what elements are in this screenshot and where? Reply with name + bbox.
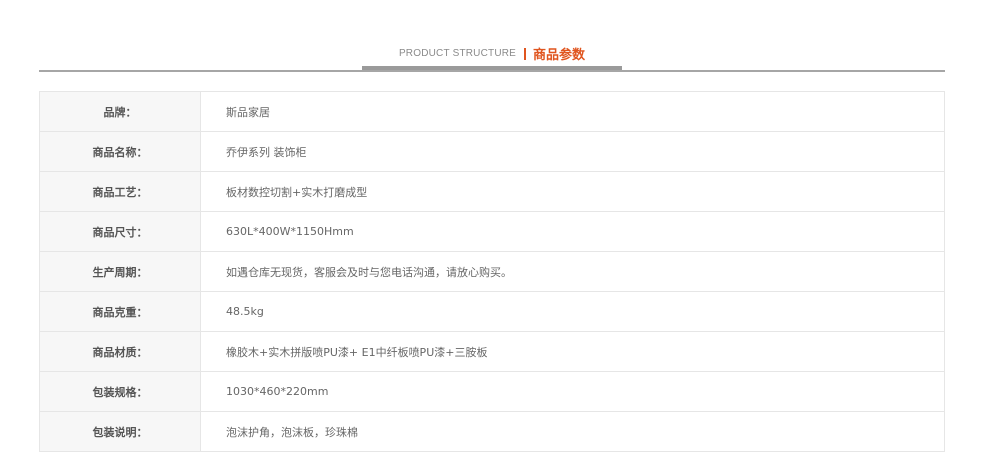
table-row: 生产周期： 如遇仓库无现货，客服会及时与您电话沟通，请放心购买。 bbox=[39, 251, 945, 292]
spec-value-craft: 板材数控切割+实木打磨成型 bbox=[200, 171, 945, 212]
spec-value-size: 630L*400W*1150Hmm bbox=[200, 211, 945, 252]
header-divider bbox=[39, 70, 945, 72]
spec-value-package-note: 泡沫护角，泡沫板，珍珠棉 bbox=[200, 411, 945, 452]
spec-label-name: 商品名称： bbox=[39, 131, 201, 172]
spec-value-name: 乔伊系列 装饰柜 bbox=[200, 131, 945, 172]
table-row: 品牌： 斯品家居 bbox=[39, 91, 945, 132]
section-title-en: PRODUCT STRUCTURE bbox=[398, 48, 517, 59]
spec-label-weight: 商品克重： bbox=[39, 291, 201, 332]
spec-label-size: 商品尺寸： bbox=[39, 211, 201, 252]
spec-label-material: 商品材质： bbox=[39, 331, 201, 372]
spec-label-package-note: 包装说明： bbox=[39, 411, 201, 452]
spec-table: 品牌： 斯品家居 商品名称： 乔伊系列 装饰柜 商品工艺： 板材数控切割+实木打… bbox=[39, 91, 945, 452]
section-header: PRODUCT STRUCTURE 商品参数 bbox=[39, 38, 945, 72]
spec-value-weight: 48.5kg bbox=[200, 291, 945, 332]
spec-label-cycle: 生产周期： bbox=[39, 251, 201, 292]
table-row: 商品名称： 乔伊系列 装饰柜 bbox=[39, 131, 945, 172]
spec-label-package-size: 包装规格： bbox=[39, 371, 201, 412]
table-row: 商品材质： 橡胶木+实木拼版喷PU漆+ E1中纤板喷PU漆+三胺板 bbox=[39, 331, 945, 372]
title-separator bbox=[524, 47, 527, 60]
header-accent-bar bbox=[362, 66, 622, 70]
spec-label-craft: 商品工艺： bbox=[39, 171, 201, 212]
spec-value-package-size: 1030*460*220mm bbox=[200, 371, 945, 412]
table-row: 商品克重： 48.5kg bbox=[39, 291, 945, 332]
table-row: 包装规格： 1030*460*220mm bbox=[39, 371, 945, 412]
spec-label-brand: 品牌： bbox=[39, 91, 201, 132]
spec-value-brand: 斯品家居 bbox=[200, 91, 945, 132]
product-spec-page: PRODUCT STRUCTURE 商品参数 品牌： 斯品家居 商品名称： 乔伊系… bbox=[0, 0, 990, 473]
spec-value-material: 橡胶木+实木拼版喷PU漆+ E1中纤板喷PU漆+三胺板 bbox=[200, 331, 945, 372]
spec-value-cycle: 如遇仓库无现货，客服会及时与您电话沟通，请放心购买。 bbox=[200, 251, 945, 292]
section-title: PRODUCT STRUCTURE 商品参数 bbox=[39, 44, 945, 63]
section-title-cn: 商品参数 bbox=[533, 48, 586, 63]
table-row: 包装说明： 泡沫护角，泡沫板，珍珠棉 bbox=[39, 411, 945, 452]
table-row: 商品工艺： 板材数控切割+实木打磨成型 bbox=[39, 171, 945, 212]
table-row: 商品尺寸： 630L*400W*1150Hmm bbox=[39, 211, 945, 252]
